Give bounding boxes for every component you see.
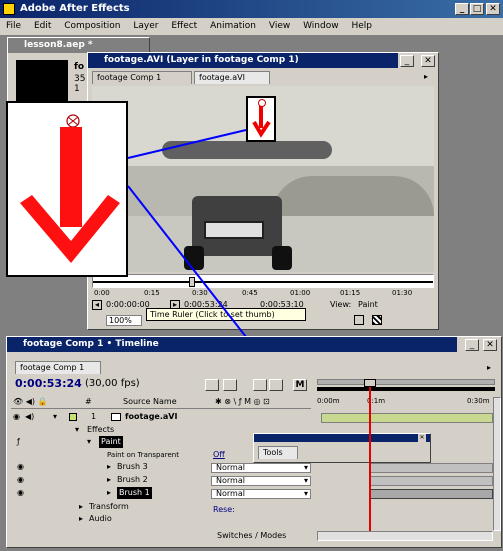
layer-name[interactable]: footage.aVI <box>125 411 177 423</box>
brush1-eye-icon[interactable]: ◉ <box>17 487 24 499</box>
timeline-minimize-icon[interactable]: _ <box>465 339 479 351</box>
paint-label[interactable]: Paint <box>99 436 123 448</box>
timeline-title: footage Comp 1 • Timeline <box>7 337 457 352</box>
layer-file-icon <box>111 413 121 421</box>
tools-panel-titlebar <box>254 434 430 442</box>
timeline-fps: (30,00 fps) <box>85 378 140 389</box>
timeline-hscroll[interactable] <box>317 531 493 541</box>
tab-tools[interactable]: Tools <box>258 446 298 459</box>
timeline-ruler[interactable]: 0:00m 0:1m 0:30m <box>317 377 497 405</box>
current-time-indicator[interactable] <box>369 385 371 535</box>
brush2-duration-bar[interactable] <box>369 476 493 486</box>
brush3-mode[interactable]: Normal <box>211 463 311 473</box>
switches-header-icon: ✱ ⊗ \ ƒ M ◎ ⊡ <box>215 397 270 406</box>
timeline-timecode[interactable]: 0:00:53:24 <box>15 377 82 390</box>
eye-icon[interactable]: ◉ <box>13 411 20 423</box>
comp-flowchart-icon[interactable] <box>205 379 219 391</box>
transform-twirl-icon[interactable]: ▸ <box>79 501 83 513</box>
brush1-twirl-icon[interactable]: ▸ <box>107 487 111 499</box>
transform-label[interactable]: Transform <box>89 501 129 513</box>
col-source[interactable]: Source Name <box>123 397 177 406</box>
ruler-label-2: 0:30m <box>467 397 490 405</box>
motion-blur-icon[interactable] <box>253 379 267 391</box>
brush3-label[interactable]: Brush 3 <box>117 461 148 473</box>
brush3-duration-bar[interactable] <box>369 463 493 473</box>
brush2-label[interactable]: Brush 2 <box>117 474 148 486</box>
av-switches-header-icon: 👁 ◀) 🔒 <box>13 397 48 406</box>
tab-timeline-comp[interactable]: footage Comp 1 <box>15 361 101 374</box>
brush2-eye-icon[interactable]: ◉ <box>17 474 24 486</box>
frame-blend-icon[interactable] <box>269 379 283 391</box>
label-color-swatch[interactable] <box>69 413 77 421</box>
timeline-vscroll[interactable] <box>493 397 501 531</box>
layer-number: 1 <box>91 412 97 421</box>
brush2-mode[interactable]: Normal <box>211 476 311 486</box>
layer-row-1[interactable]: ◉ ◀) ▾ 1 footage.aVI <box>11 411 311 423</box>
brush3-eye-icon[interactable]: ◉ <box>17 461 24 473</box>
audio-label[interactable]: Audio <box>89 513 112 525</box>
audio-row[interactable]: ▸ Audio <box>17 513 317 525</box>
col-num: # <box>85 397 92 406</box>
cti-head-icon[interactable] <box>364 379 376 387</box>
off-value[interactable]: Off <box>213 450 225 459</box>
timeline-window: footage Comp 1 • Timeline _ ✕ footage Co… <box>6 336 502 548</box>
layer-duration-bar[interactable] <box>321 413 493 423</box>
audio-twirl-icon[interactable]: ▸ <box>79 513 83 525</box>
paint-transparent-label: Paint on Transparent <box>107 451 179 459</box>
transform-row[interactable]: ▸ Transform <box>17 501 317 513</box>
brush3-twirl-icon[interactable]: ▸ <box>107 461 111 473</box>
work-area-bar[interactable] <box>317 379 495 385</box>
ruler-label-0: 0:00m <box>317 397 340 405</box>
fx-icon[interactable]: ƒ <box>17 436 20 448</box>
twirl-icon[interactable]: ▾ <box>53 411 57 423</box>
speaker-icon[interactable]: ◀) <box>25 411 34 423</box>
time-navigator[interactable] <box>317 387 495 391</box>
switches-modes-toggle[interactable]: Switches / Modes <box>217 531 286 540</box>
comp-marker-icon[interactable] <box>223 379 237 391</box>
brush1-mode[interactable]: Normal <box>211 489 311 499</box>
brush2-twirl-icon[interactable]: ▸ <box>107 474 111 486</box>
paint-twirl-icon[interactable]: ▾ <box>87 436 91 448</box>
brush1-duration-bar[interactable] <box>369 489 493 499</box>
tools-panel: ✕ Tools <box>253 433 431 463</box>
effects-label: Effects <box>87 425 115 434</box>
effects-twirl-icon[interactable]: ▾ <box>75 424 79 436</box>
timeline-tab-arrow-icon[interactable]: ▸ <box>487 363 491 372</box>
reset-link[interactable]: Rese: <box>213 505 235 514</box>
column-header-row: 👁 ◀) 🔒 # Source Name ✱ ⊗ \ ƒ M ◎ ⊡ <box>11 397 311 409</box>
tools-panel-close-icon[interactable]: ✕ <box>418 434 426 442</box>
brush1-label[interactable]: Brush 1 <box>117 487 152 499</box>
shy-icon[interactable]: M <box>293 379 307 391</box>
timeline-close-icon[interactable]: ✕ <box>483 339 497 351</box>
